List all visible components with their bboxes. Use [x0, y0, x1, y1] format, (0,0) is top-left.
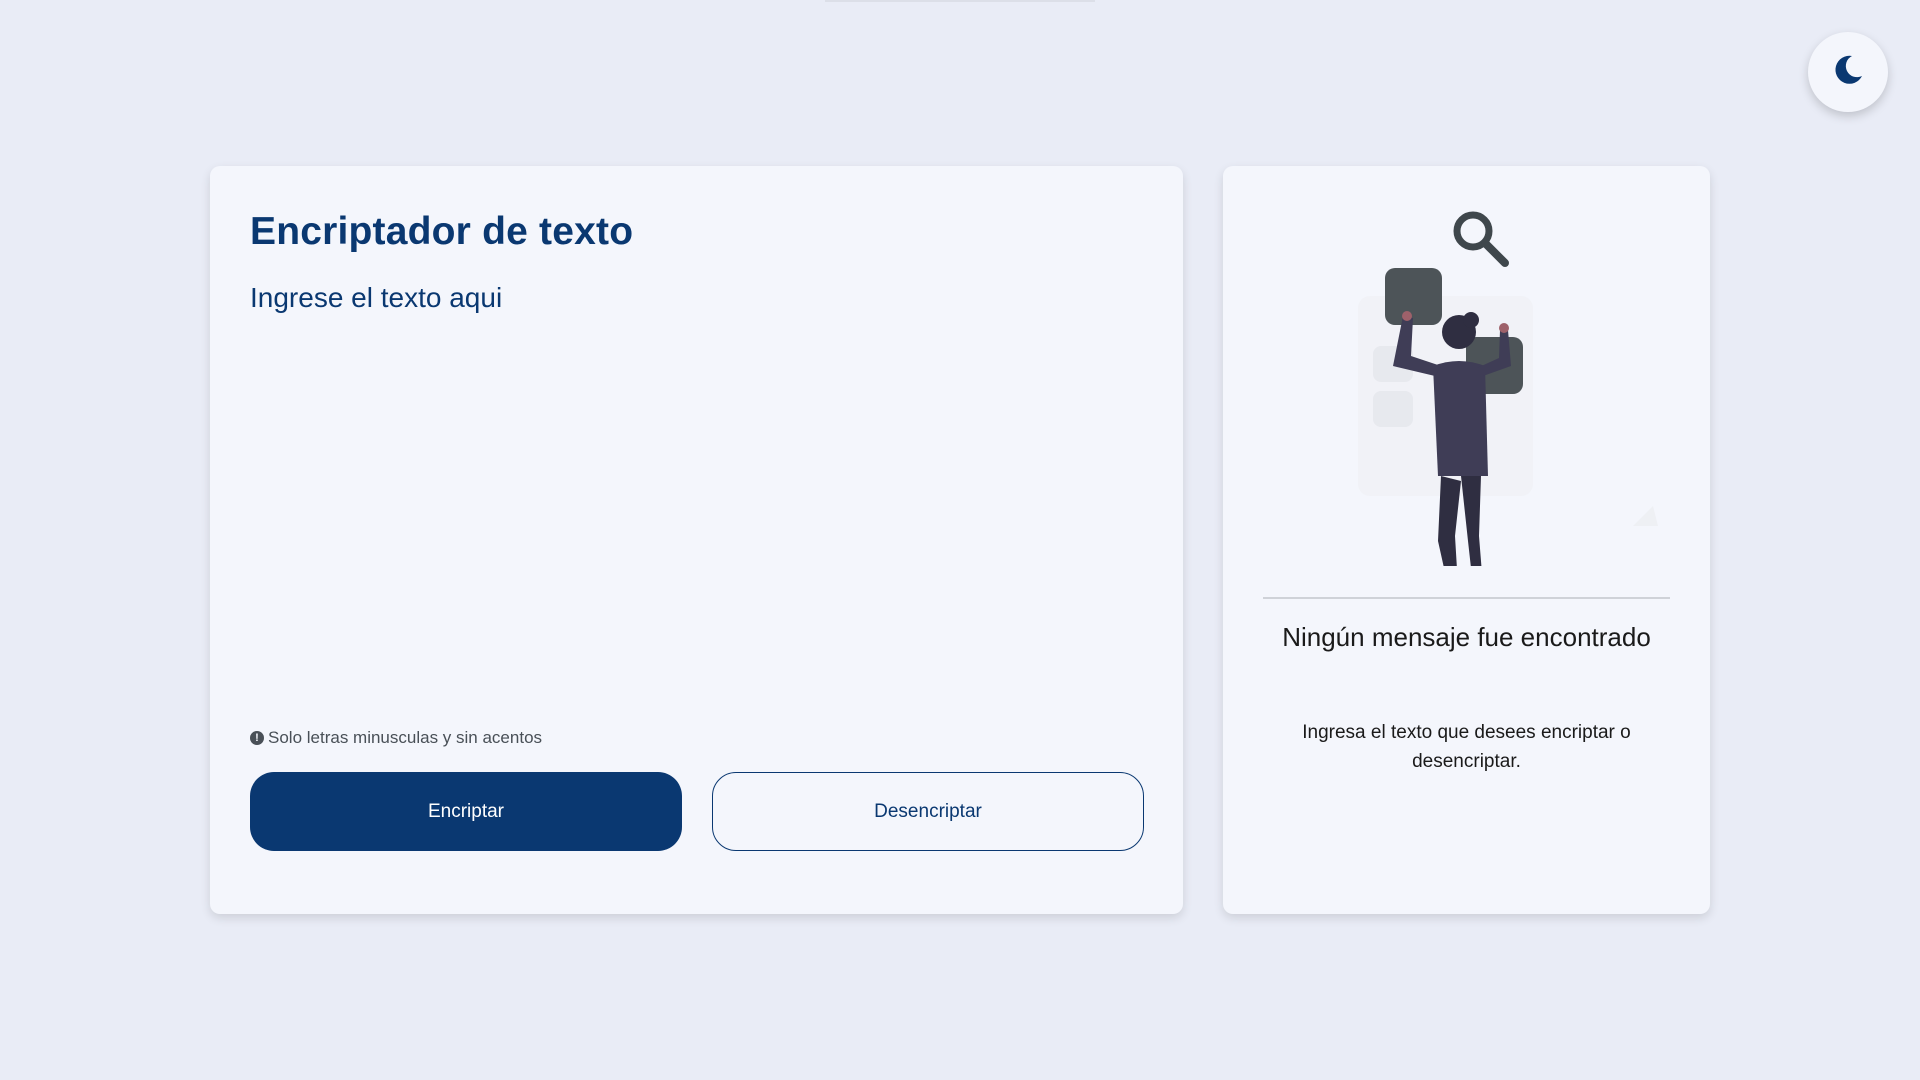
encrypt-button[interactable]: Encriptar — [250, 772, 682, 851]
person-searching-illustration — [1263, 206, 1670, 586]
empty-state-description: Ingresa el texto que desees encriptar o … — [1302, 722, 1631, 772]
output-card: Ningún mensaje fue encontrado Ingresa el… — [1223, 166, 1710, 914]
encrypter-card: Encriptador de texto ! Solo letras minus… — [210, 166, 1183, 914]
hint-text: Solo letras minusculas y sin acentos — [268, 728, 543, 747]
text-input[interactable] — [250, 282, 1140, 702]
empty-state-title: Ningún mensaje fue encontrado — [1282, 622, 1651, 652]
moon-icon — [1830, 52, 1866, 93]
decrypt-button[interactable]: Desencriptar — [712, 772, 1144, 851]
info-icon: ! — [250, 731, 264, 745]
page-title: Encriptador de texto — [250, 210, 634, 253]
top-divider — [825, 0, 1095, 2]
input-hint: ! Solo letras minusculas y sin acentos — [250, 728, 542, 748]
ground-line — [1263, 597, 1670, 599]
theme-toggle-button[interactable] — [1808, 32, 1888, 112]
